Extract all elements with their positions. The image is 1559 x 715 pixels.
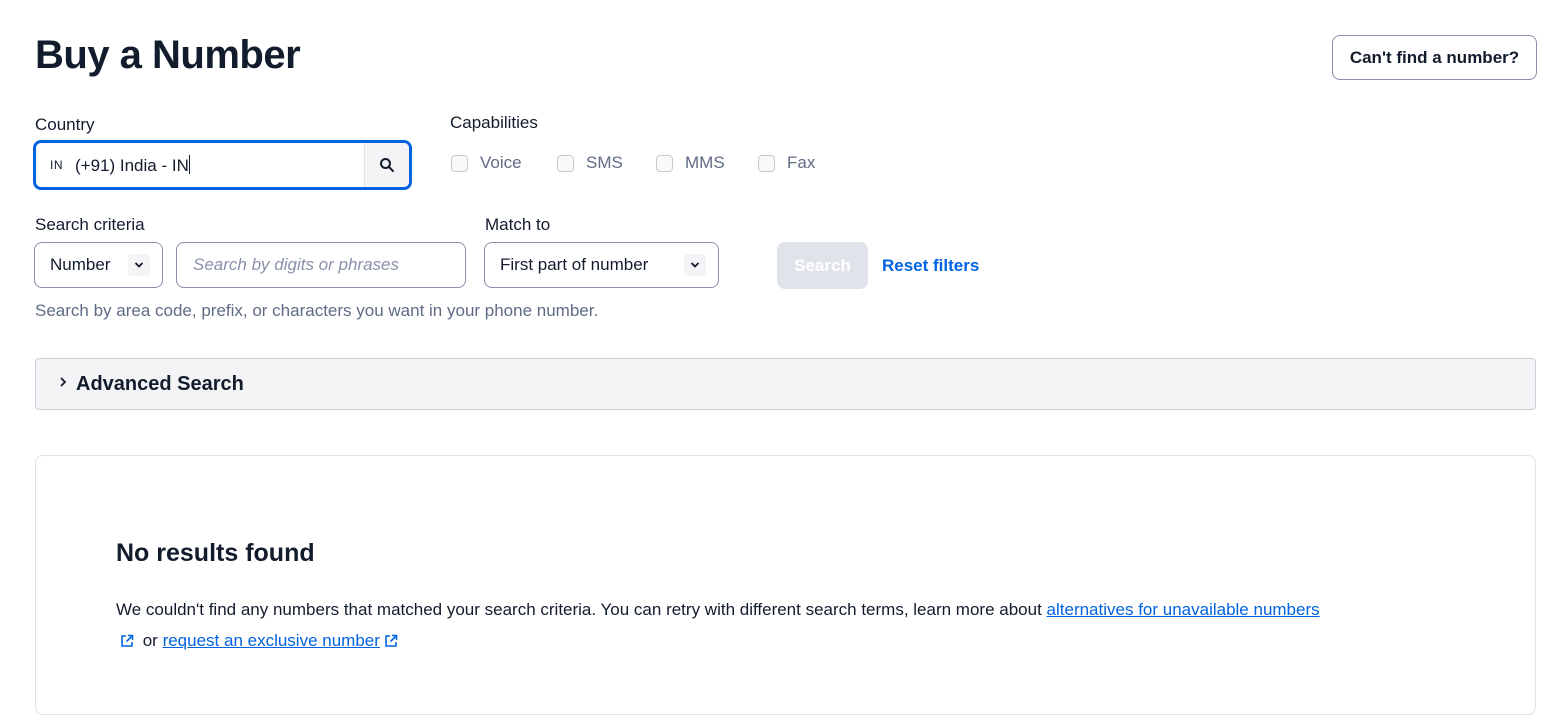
search-criteria-select[interactable]: Number [34, 242, 163, 288]
advanced-search-label: Advanced Search [76, 372, 244, 395]
exclusive-number-link[interactable]: request an exclusive number [163, 631, 380, 650]
fax-label: Fax [787, 153, 816, 172]
page-title: Buy a Number [35, 33, 301, 77]
no-results-message: We couldn't find any numbers that matche… [116, 594, 1456, 658]
capability-fax[interactable]: Fax [758, 153, 815, 173]
or-text: or [138, 631, 163, 650]
external-link-icon[interactable] [120, 627, 134, 658]
chevron-down-icon [684, 254, 706, 276]
capability-sms[interactable]: SMS [557, 153, 623, 173]
capability-mms[interactable]: MMS [656, 153, 725, 173]
search-criteria-value: Number [50, 255, 111, 274]
chevron-right-icon [58, 375, 68, 393]
search-help-text: Search by area code, prefix, or characte… [35, 301, 599, 320]
cant-find-number-button[interactable]: Can't find a number? [1332, 35, 1537, 80]
capabilities-label: Capabilities [450, 113, 538, 132]
country-input-value[interactable]: (+91) India - IN [75, 155, 364, 176]
chevron-down-icon [128, 254, 150, 276]
search-digits-input[interactable]: Search by digits or phrases [176, 242, 466, 288]
capability-voice[interactable]: Voice [451, 153, 522, 173]
results-panel [35, 455, 1536, 715]
match-to-select[interactable]: First part of number [484, 242, 719, 288]
mms-checkbox[interactable] [656, 154, 673, 172]
match-to-label: Match to [485, 215, 551, 234]
mms-label: MMS [685, 153, 725, 172]
reset-filters-link[interactable]: Reset filters [882, 256, 979, 276]
advanced-search-toggle[interactable]: Advanced Search [35, 358, 1536, 410]
country-label: Country [35, 115, 95, 134]
voice-label: Voice [480, 153, 522, 172]
sms-checkbox[interactable] [557, 154, 574, 172]
external-link-icon[interactable] [384, 627, 398, 658]
search-criteria-label: Search criteria [35, 215, 145, 234]
no-results-title: No results found [116, 539, 315, 567]
search-icon[interactable] [364, 143, 409, 187]
voice-checkbox[interactable] [451, 154, 468, 172]
country-code: IN [50, 158, 63, 172]
fax-checkbox[interactable] [758, 154, 775, 172]
country-combobox[interactable]: IN (+91) India - IN [33, 140, 412, 190]
alternatives-link[interactable]: alternatives for unavailable numbers [1047, 600, 1320, 619]
no-results-text: We couldn't find any numbers that matche… [116, 600, 1047, 619]
match-to-value: First part of number [500, 255, 649, 274]
search-button[interactable]: Search [777, 242, 868, 289]
sms-label: SMS [586, 153, 623, 172]
